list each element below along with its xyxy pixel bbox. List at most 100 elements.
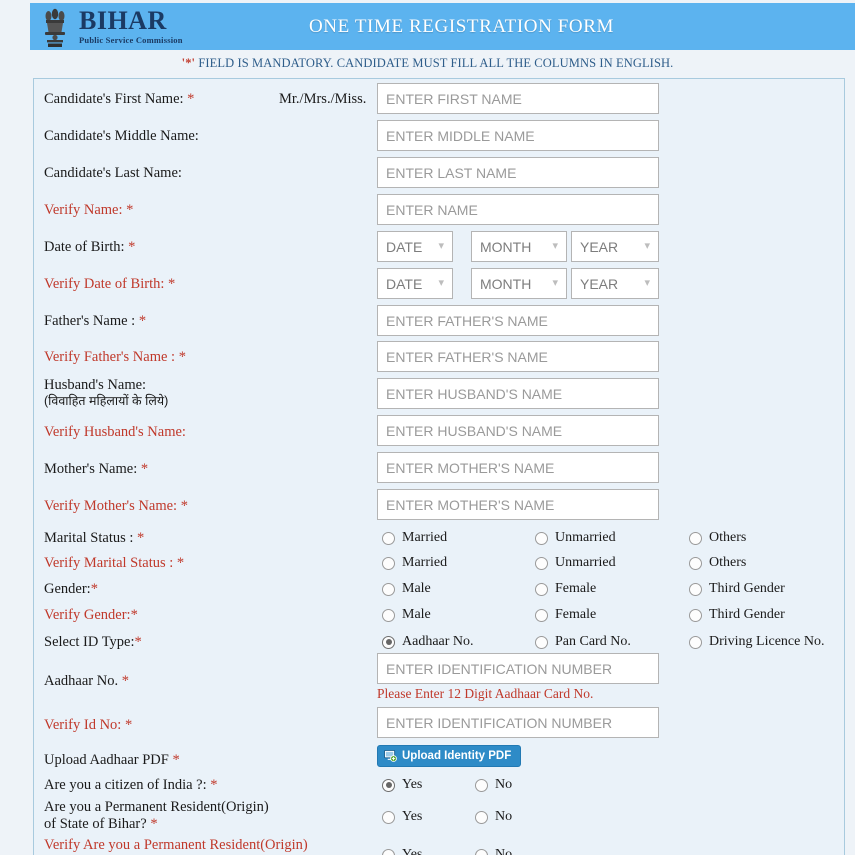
label-marital-status: Marital Status : *: [44, 530, 145, 546]
label-husband-name-hindi: (विवाहित महिलायों के लिये): [44, 393, 169, 408]
label-last-name: Candidate's Last Name:: [44, 165, 182, 181]
verify-marital-status-option-married[interactable]: Married: [382, 555, 447, 571]
logo-main-text: BIHAR: [79, 6, 167, 36]
mother-name-input[interactable]: [377, 452, 659, 483]
label-verify-gender: Verify Gender:*: [44, 607, 138, 623]
label-verify-name: Verify Name: *: [44, 202, 134, 218]
page-header-banner: BIHAR Public Service Commission ONE TIME…: [30, 3, 855, 50]
marital-status-option-unmarried[interactable]: Unmarried: [535, 530, 616, 546]
middle-name-input[interactable]: [377, 120, 659, 151]
radio-icon: [535, 531, 548, 545]
marital-status-option-others[interactable]: Others: [689, 530, 746, 546]
radio-icon: [382, 608, 395, 622]
radio-icon: [689, 582, 702, 596]
id-type-option-pan-card[interactable]: Pan Card No.: [535, 634, 631, 650]
label-verify-father-name: Verify Father's Name : *: [44, 349, 186, 365]
label-aadhaar-no: Aadhaar No. *: [44, 673, 129, 689]
verify-dob-year-select[interactable]: YEAR ▾: [571, 268, 659, 299]
chevron-down-icon: ▾: [644, 277, 650, 289]
verify-husband-name-input[interactable]: [377, 415, 659, 446]
verify-father-name-input[interactable]: [377, 341, 659, 372]
aadhaar-number-input[interactable]: [377, 653, 659, 684]
radio-icon: [475, 778, 488, 792]
radio-icon: [475, 848, 488, 855]
mandatory-notice: '*' FIELD IS MANDATORY. CANDIDATE MUST F…: [0, 56, 855, 71]
verify-marital-status-option-others[interactable]: Others: [689, 555, 746, 571]
registration-form: Candidate's First Name: * Mr./Mrs./Miss.…: [33, 78, 845, 855]
radio-icon: [689, 531, 702, 545]
label-father-name: Father's Name : *: [44, 313, 147, 329]
chevron-down-icon: ▾: [552, 240, 558, 252]
chevron-down-icon: ▾: [438, 277, 444, 289]
verify-name-input[interactable]: [377, 194, 659, 225]
gender-option-female[interactable]: Female: [535, 581, 596, 597]
radio-icon: [689, 608, 702, 622]
verify-dob-date-select[interactable]: DATE ▾: [377, 268, 453, 299]
registration-page: BIHAR Public Service Commission ONE TIME…: [0, 0, 855, 855]
first-name-input[interactable]: [377, 83, 659, 114]
citizen-of-india-option-yes[interactable]: Yes: [382, 777, 422, 793]
verify-mother-name-input[interactable]: [377, 489, 659, 520]
radio-icon: [382, 810, 395, 824]
label-verify-husband-name: Verify Husband's Name:: [44, 424, 186, 440]
bpsc-logo: BIHAR Public Service Commission: [38, 5, 218, 49]
label-verify-date-of-birth: Verify Date of Birth: *: [44, 276, 176, 292]
verify-permanent-resident-option-yes[interactable]: Yes: [382, 847, 422, 855]
aadhaar-error-message: Please Enter 12 Digit Aadhaar Card No.: [377, 686, 594, 701]
radio-icon: [689, 556, 702, 570]
last-name-input[interactable]: [377, 157, 659, 188]
verify-id-number-input[interactable]: [377, 707, 659, 738]
dob-month-select[interactable]: MONTH ▾: [471, 231, 567, 262]
radio-icon: [535, 556, 548, 570]
label-select-id-type: Select ID Type:*: [44, 634, 142, 650]
verify-marital-status-option-unmarried[interactable]: Unmarried: [535, 555, 616, 571]
label-verify-mother-name: Verify Mother's Name: *: [44, 498, 188, 514]
upload-identity-pdf-button[interactable]: Upload Identity PDF: [377, 745, 522, 767]
notice-star: '*': [181, 56, 196, 70]
verify-gender-option-third-gender[interactable]: Third Gender: [689, 607, 785, 623]
verify-gender-option-female[interactable]: Female: [535, 607, 596, 623]
label-salutation: Mr./Mrs./Miss.: [279, 91, 367, 107]
india-state-emblem-icon: [38, 5, 72, 49]
gender-option-male[interactable]: Male: [382, 581, 431, 597]
verify-dob-month-select[interactable]: MONTH ▾: [471, 268, 567, 299]
label-first-name: Candidate's First Name: *: [44, 91, 195, 107]
label-permanent-resident: Are you a Permanent Resident(Origin) of S…: [44, 799, 269, 832]
label-verify-permanent-resident: Verify Are you a Permanent Resident(Orig…: [44, 837, 308, 855]
verify-permanent-resident-option-no[interactable]: No: [475, 847, 512, 855]
page-title: ONE TIME REGISTRATION FORM: [308, 15, 614, 37]
label-gender: Gender:*: [44, 581, 98, 597]
chevron-down-icon: ▾: [438, 240, 444, 252]
dob-year-select[interactable]: YEAR ▾: [571, 231, 659, 262]
citizen-of-india-option-no[interactable]: No: [475, 777, 512, 793]
label-citizen-of-india: Are you a citizen of India ?: *: [44, 777, 218, 793]
verify-gender-option-male[interactable]: Male: [382, 607, 431, 623]
id-type-option-aadhaar[interactable]: Aadhaar No.: [382, 634, 474, 650]
radio-icon: [382, 531, 395, 545]
husband-name-input[interactable]: [377, 378, 659, 409]
radio-icon: [382, 556, 395, 570]
label-mother-name: Mother's Name: *: [44, 461, 149, 477]
permanent-resident-option-no[interactable]: No: [475, 809, 512, 825]
notice-text: FIELD IS MANDATORY. CANDIDATE MUST FILL …: [195, 56, 674, 70]
radio-icon: [382, 848, 395, 855]
radio-icon: [535, 635, 548, 649]
label-verify-marital-status: Verify Marital Status : *: [44, 555, 185, 571]
id-type-option-driving-licence[interactable]: Driving Licence No.: [689, 634, 824, 650]
dob-date-select[interactable]: DATE ▾: [377, 231, 453, 262]
radio-icon: [689, 635, 702, 649]
radio-icon: [475, 810, 488, 824]
upload-monitor-icon: [384, 750, 397, 762]
label-date-of-birth: Date of Birth: *: [44, 239, 136, 255]
gender-option-third-gender[interactable]: Third Gender: [689, 581, 785, 597]
label-upload-aadhaar-pdf: Upload Aadhaar PDF *: [44, 752, 180, 768]
logo-sub-text: Public Service Commission: [79, 35, 183, 46]
father-name-input[interactable]: [377, 305, 659, 336]
chevron-down-icon: ▾: [644, 240, 650, 252]
label-verify-id-no: Verify Id No: *: [44, 717, 133, 733]
label-husband-name: Husband's Name: (विवाहित महिलायों के लिये…: [44, 377, 169, 408]
marital-status-option-married[interactable]: Married: [382, 530, 447, 546]
permanent-resident-option-yes[interactable]: Yes: [382, 809, 422, 825]
chevron-down-icon: ▾: [552, 277, 558, 289]
radio-icon: [535, 608, 548, 622]
